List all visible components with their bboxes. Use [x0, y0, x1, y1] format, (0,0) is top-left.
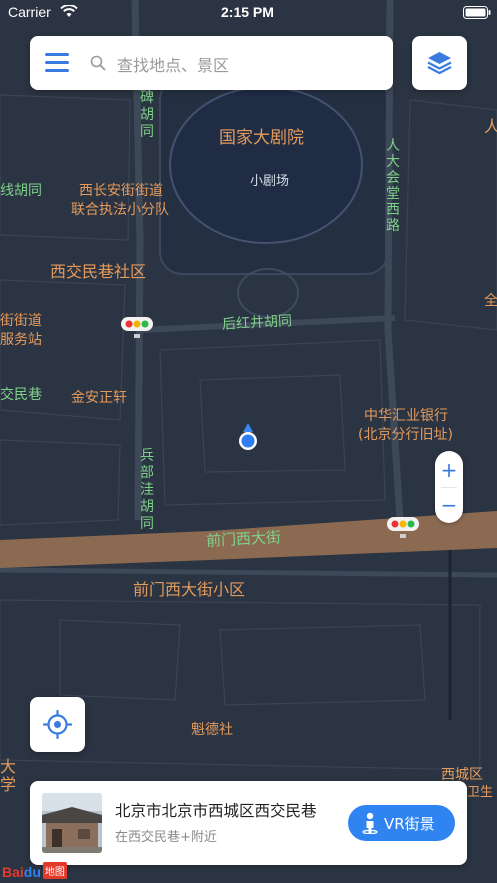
map-label-qianmen-community[interactable]: 前门西大街小区: [133, 576, 245, 600]
map-label-jinanzhengxuan[interactable]: 金安正轩: [71, 387, 127, 407]
layers-icon: [427, 52, 452, 75]
map-label-street-office[interactable]: 街街道: [0, 310, 42, 330]
zoom-out-button[interactable]: −: [435, 490, 463, 520]
map-label-houhongjing: 后红井胡同: [221, 313, 293, 333]
map-label-quan[interactable]: 全: [484, 290, 497, 310]
place-title: 北京市北京市西城区西交民巷: [115, 802, 317, 820]
map-label-bei-hutong: 碑胡同: [140, 90, 154, 140]
map-label-bingbuwa: 兵部洼胡同: [140, 448, 154, 532]
map-label-xijiaominxiang-community[interactable]: 西交民巷社区: [50, 258, 146, 282]
map-label-bank[interactable]: 中华汇业银行: [364, 405, 448, 425]
zoom-control: + −: [435, 451, 463, 523]
map-label-service-station[interactable]: 服务站: [0, 329, 42, 349]
menu-icon[interactable]: [45, 53, 69, 73]
place-thumbnail[interactable]: [42, 793, 102, 853]
zoom-in-button[interactable]: +: [435, 455, 463, 485]
search-icon: [90, 55, 106, 71]
locate-icon: [43, 710, 72, 739]
map-label-ren[interactable]: 人: [484, 113, 497, 137]
map-label-enforcement[interactable]: 联合执法小分队: [71, 199, 169, 219]
map-label-kuideshe[interactable]: 魁德社: [191, 719, 233, 739]
theatre-building: [169, 86, 363, 244]
map-label-renda-road: 人大会堂西路: [386, 138, 400, 234]
place-info-card[interactable]: 北京市北京市西城区西交民巷 在西交民巷+附近 VR街景: [30, 781, 467, 865]
baidu-map-logo: Baidu 地图: [2, 862, 67, 880]
carrier-label: Carrier: [8, 4, 51, 20]
wifi-icon: [60, 5, 78, 17]
search-bar[interactable]: 查找地点、景区: [30, 36, 393, 90]
map-label-xichangan[interactable]: 西长安街街道: [79, 180, 163, 200]
map-label-theatre[interactable]: 国家大剧院: [219, 123, 304, 148]
map-label-university[interactable]: 大学: [0, 758, 18, 794]
map-label-xian-hutong: 线胡同: [0, 183, 42, 199]
vr-button-label: VR街景: [384, 815, 435, 833]
person-icon: [362, 812, 378, 834]
place-subtitle: 在西交民巷+附近: [115, 830, 217, 845]
map-label-bank-sub[interactable]: (北京分行旧址): [358, 424, 453, 444]
map-label-jiaominxiang: 交民巷: [0, 387, 42, 403]
vr-street-view-button[interactable]: VR街景: [348, 805, 455, 841]
locate-button[interactable]: [30, 697, 85, 752]
status-bar: Carrier 2:15 PM: [0, 0, 497, 26]
battery-icon: [463, 6, 491, 19]
map-label-health[interactable]: 卫生: [467, 781, 493, 800]
zoom-divider: [441, 487, 457, 488]
map-label-small-theatre[interactable]: 小剧场: [250, 170, 289, 189]
layers-button[interactable]: [412, 36, 467, 90]
clock: 2:15 PM: [221, 4, 274, 20]
map-label-qianmen-avenue: 前门西大街: [205, 528, 282, 550]
search-input[interactable]: 查找地点、景区: [117, 52, 229, 76]
